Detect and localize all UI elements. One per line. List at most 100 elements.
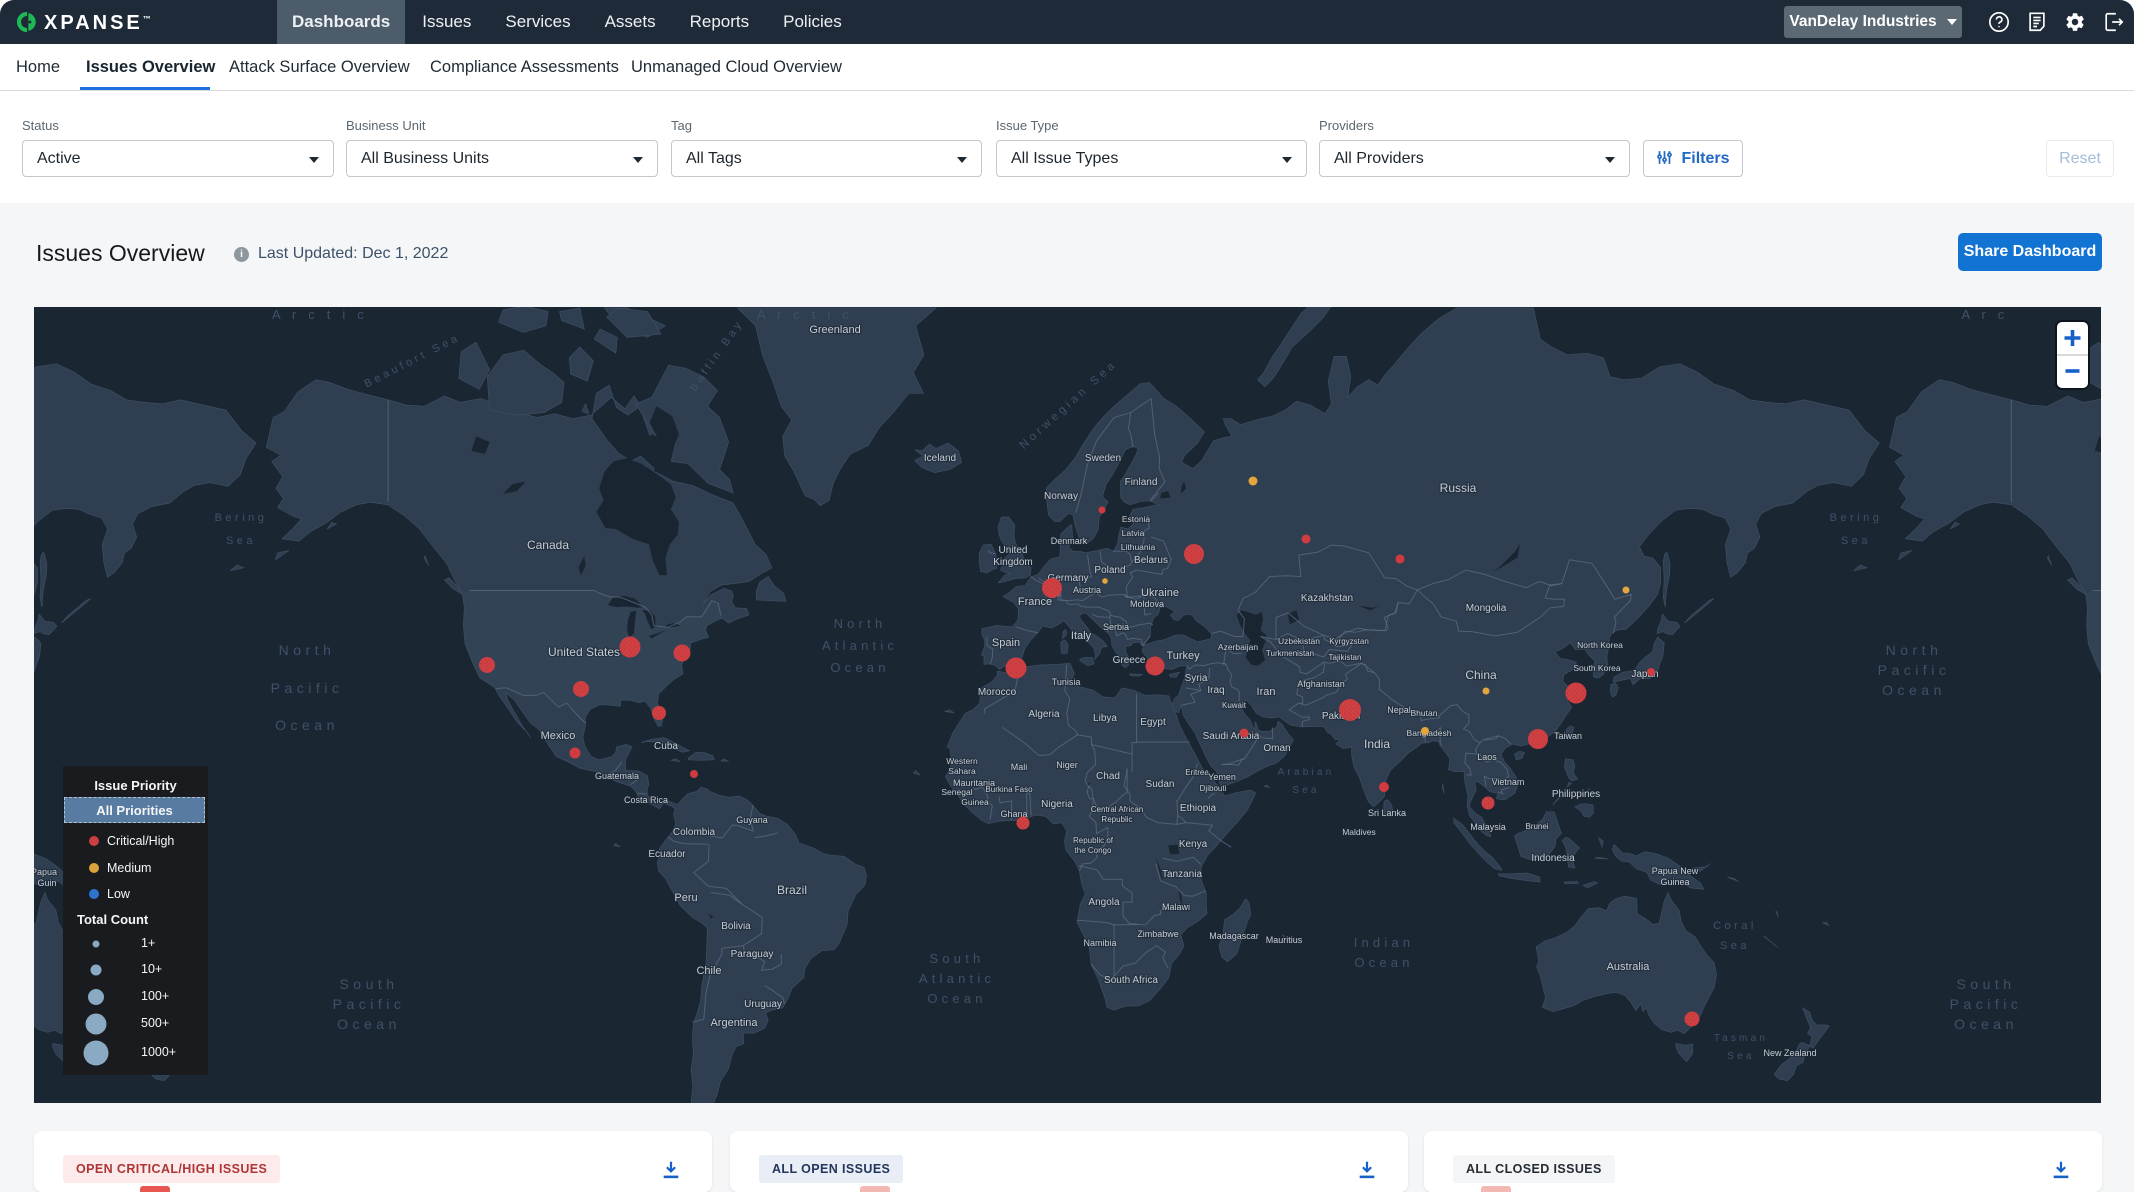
svg-text:North: North	[1886, 642, 1943, 658]
svg-text:Austria: Austria	[1073, 585, 1101, 595]
svg-text:Pacific: Pacific	[1878, 662, 1951, 678]
svg-text:Burkina Faso: Burkina Faso	[985, 785, 1033, 794]
svg-text:Angola: Angola	[1088, 897, 1120, 908]
svg-text:Sri Lanka: Sri Lanka	[1368, 808, 1406, 818]
svg-text:Egypt: Egypt	[1140, 717, 1166, 728]
svg-text:Costa Rica: Costa Rica	[624, 795, 668, 805]
svg-text:Algeria: Algeria	[1028, 709, 1060, 720]
svg-text:Brazil: Brazil	[777, 883, 807, 897]
svg-text:Afghanistan: Afghanistan	[1297, 679, 1345, 689]
svg-text:Libya: Libya	[1093, 713, 1117, 724]
svg-text:Greenland: Greenland	[809, 324, 860, 336]
svg-text:Kuwait: Kuwait	[1222, 701, 1247, 710]
svg-text:Senegal: Senegal	[941, 787, 972, 797]
svg-text:Bhutan: Bhutan	[1411, 708, 1438, 718]
svg-text:Western: Western	[946, 756, 978, 766]
svg-text:Ocean: Ocean	[275, 717, 339, 733]
svg-text:Denmark: Denmark	[1051, 536, 1088, 546]
svg-text:Chad: Chad	[1096, 771, 1120, 782]
svg-text:A r c: A r c	[1961, 307, 2008, 322]
svg-text:Russia: Russia	[1440, 481, 1477, 495]
svg-text:Pacific: Pacific	[1950, 996, 2023, 1012]
svg-text:United: United	[999, 545, 1028, 556]
svg-text:Ocean: Ocean	[1354, 955, 1413, 970]
svg-text:Zimbabwe: Zimbabwe	[1137, 929, 1179, 939]
svg-text:North: North	[834, 616, 887, 631]
svg-text:Tasman: Tasman	[1714, 1033, 1768, 1044]
svg-text:Guinea: Guinea	[1660, 877, 1689, 887]
svg-text:Papua: Papua	[34, 867, 57, 877]
svg-text:Malawi: Malawi	[1162, 902, 1190, 912]
svg-text:Atlantic: Atlantic	[822, 638, 898, 653]
svg-text:Kyrgyzstan: Kyrgyzstan	[1329, 637, 1369, 646]
svg-text:Mauritius: Mauritius	[1266, 935, 1303, 945]
svg-text:Niger: Niger	[1056, 760, 1078, 770]
svg-text:Brunei: Brunei	[1525, 822, 1548, 831]
svg-text:Atlantic: Atlantic	[919, 971, 995, 986]
svg-text:Bering: Bering	[215, 512, 268, 524]
svg-text:Sea: Sea	[1727, 1051, 1754, 1062]
svg-text:Ecuador: Ecuador	[648, 849, 686, 860]
svg-text:Papua New: Papua New	[1652, 866, 1699, 876]
svg-text:Kingdom: Kingdom	[993, 557, 1032, 568]
svg-text:Tajikistan: Tajikistan	[1329, 653, 1362, 662]
svg-text:Philippines: Philippines	[1552, 789, 1600, 800]
svg-text:South: South	[339, 976, 398, 992]
svg-text:the Congo: the Congo	[1075, 846, 1112, 855]
svg-text:Uzbekistan: Uzbekistan	[1278, 636, 1320, 646]
svg-text:Tunisia: Tunisia	[1052, 677, 1081, 687]
svg-text:Taiwan: Taiwan	[1554, 731, 1582, 741]
svg-text:North Korea: North Korea	[1577, 640, 1623, 650]
svg-text:Central African: Central African	[1091, 805, 1143, 814]
svg-text:Greece: Greece	[1113, 655, 1146, 666]
svg-text:Bolivia: Bolivia	[721, 921, 751, 932]
svg-text:Oman: Oman	[1263, 743, 1290, 754]
svg-text:Spain: Spain	[992, 637, 1020, 649]
svg-text:Nigeria: Nigeria	[1041, 799, 1073, 810]
svg-text:A r c t i c: A r c t i c	[757, 307, 853, 322]
svg-text:Poland: Poland	[1094, 565, 1125, 576]
svg-text:Finland: Finland	[1125, 477, 1158, 488]
svg-text:Ocean: Ocean	[927, 991, 986, 1006]
svg-text:South Africa: South Africa	[1104, 975, 1158, 986]
svg-text:Sweden: Sweden	[1085, 453, 1121, 464]
svg-text:Mexico: Mexico	[541, 730, 576, 742]
svg-text:South Korea: South Korea	[1573, 663, 1621, 673]
svg-text:Chile: Chile	[696, 965, 721, 977]
svg-text:Estonia: Estonia	[1122, 514, 1151, 524]
svg-text:A r c t i c: A r c t i c	[272, 307, 368, 322]
svg-text:Morocco: Morocco	[978, 687, 1017, 698]
svg-text:India: India	[1364, 737, 1390, 751]
svg-text:Saudi Arabia: Saudi Arabia	[1203, 731, 1260, 742]
svg-text:Pacific: Pacific	[333, 996, 406, 1012]
svg-text:Argentina: Argentina	[710, 1017, 758, 1029]
svg-text:Azerbaijan: Azerbaijan	[1218, 642, 1258, 652]
svg-text:North: North	[279, 642, 336, 658]
svg-text:South: South	[1956, 976, 2015, 992]
svg-text:China: China	[1465, 668, 1497, 682]
svg-text:Mali: Mali	[1011, 762, 1028, 772]
svg-text:Iran: Iran	[1257, 686, 1276, 698]
svg-text:Namibia: Namibia	[1083, 938, 1116, 948]
svg-text:Ethiopia: Ethiopia	[1180, 803, 1217, 814]
svg-text:Ocean: Ocean	[1882, 682, 1946, 698]
svg-text:Kenya: Kenya	[1179, 839, 1208, 850]
svg-text:Djibouti: Djibouti	[1200, 784, 1227, 793]
svg-text:Sea: Sea	[1292, 785, 1319, 796]
svg-text:Lithuania: Lithuania	[1121, 542, 1156, 552]
svg-text:Belarus: Belarus	[1134, 555, 1168, 566]
svg-text:Bangladesh: Bangladesh	[1407, 728, 1452, 738]
svg-text:Cuba: Cuba	[654, 741, 678, 752]
svg-text:Republic: Republic	[1101, 815, 1132, 824]
svg-text:Turkey: Turkey	[1166, 650, 1200, 662]
svg-text:Kazakhstan: Kazakhstan	[1301, 593, 1353, 604]
svg-text:Sea: Sea	[1720, 940, 1750, 952]
svg-text:Uruguay: Uruguay	[744, 999, 782, 1010]
svg-text:Ocean: Ocean	[1954, 1016, 2018, 1032]
svg-text:Tanzania: Tanzania	[1162, 869, 1202, 880]
svg-text:South: South	[930, 951, 985, 966]
svg-text:Mongolia: Mongolia	[1466, 603, 1507, 614]
svg-text:Moldova: Moldova	[1130, 599, 1164, 609]
svg-text:Vietnam: Vietnam	[1492, 777, 1525, 787]
svg-text:Paraguay: Paraguay	[731, 949, 774, 960]
